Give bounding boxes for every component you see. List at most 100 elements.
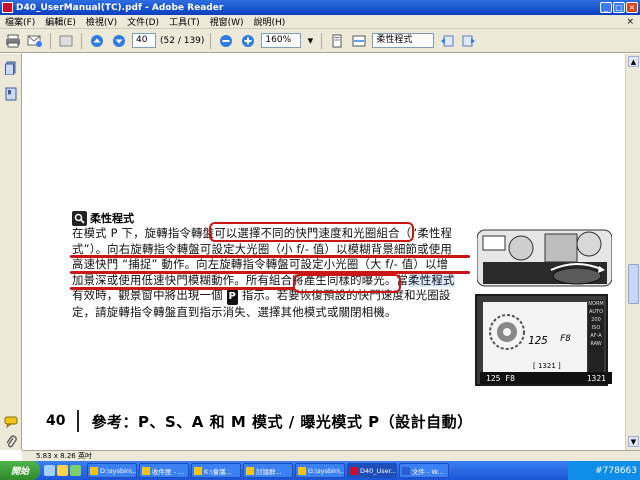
section-heading: 柔性程式 xyxy=(72,210,134,226)
next-page-icon[interactable] xyxy=(110,32,128,50)
viewfinder-exposure: 125 F8 xyxy=(486,373,515,383)
search-highlight: 柔性程式 xyxy=(408,272,455,287)
lcd-side-label: NORM xyxy=(588,301,604,307)
vertical-scrollbar[interactable]: ▲ ▼ xyxy=(625,54,640,450)
footer-divider xyxy=(77,410,80,432)
lcd-aperture: F8 xyxy=(560,334,571,344)
body-line: 加景深或使用低速快門模糊動作。所有組合將產生同樣的曝光。當柔性程式 xyxy=(72,272,476,289)
annotation-circle xyxy=(209,222,414,242)
menu-file[interactable]: 檔案(F) xyxy=(0,15,40,28)
flexible-program-dial-icon xyxy=(489,314,525,350)
camera-dial-illustration xyxy=(477,229,612,287)
taskbar-item[interactable]: 收件匣 - ... xyxy=(139,463,189,478)
folder-icon xyxy=(298,466,306,475)
print-icon[interactable] xyxy=(4,32,22,50)
system-tray: #778663 xyxy=(568,461,640,480)
taskbar-item[interactable]: 討論群... xyxy=(243,463,293,478)
browser-icon xyxy=(246,466,254,475)
taskbar-item-label: D:\sysbin\... xyxy=(100,466,137,475)
toolbar-separator xyxy=(321,32,323,49)
taskbar-item[interactable]: G:\sysbin\... xyxy=(295,463,345,478)
bookmarks-panel-icon[interactable] xyxy=(3,86,19,102)
quick-launch xyxy=(40,465,85,476)
toolbar-separator xyxy=(50,32,51,49)
find-field[interactable]: 柔性程式 xyxy=(372,33,435,48)
taskbar-item-label: D40_User... xyxy=(360,466,397,475)
adobe-reader-icon xyxy=(350,466,358,475)
lcd-side-indicators: NORM AUTO 200 ISO AF-A RAW xyxy=(588,300,604,382)
flexible-program-indicator-icon: P xyxy=(226,289,239,305)
fit-page-icon[interactable] xyxy=(328,32,346,50)
lcd-side-label: 200 xyxy=(591,317,601,323)
taskbar-item-label: G:\sysbin\... xyxy=(308,466,345,475)
menu-edit[interactable]: 編輯(E) xyxy=(40,15,81,28)
lcd-side-label: RAW xyxy=(590,341,602,347)
annotation-underline xyxy=(70,271,470,274)
quick-launch-icon[interactable] xyxy=(44,465,55,476)
close-button[interactable]: × xyxy=(626,2,638,13)
menu-help[interactable]: 說明(H) xyxy=(249,15,291,28)
taskbar: 開始 D:\sysbin\... 收件匣 - ... K:\會議... 討論群.… xyxy=(0,461,640,480)
scroll-down-icon[interactable]: ▼ xyxy=(628,436,639,447)
word-icon xyxy=(402,466,410,475)
adobe-reader-icon xyxy=(2,2,13,13)
hand-tool-icon[interactable] xyxy=(57,32,75,50)
scroll-thumb[interactable] xyxy=(628,264,639,304)
start-button[interactable]: 開始 xyxy=(0,461,40,480)
taskbar-item-label: 討論群... xyxy=(256,467,282,476)
navigation-panel xyxy=(0,54,22,450)
zoom-dropdown-icon[interactable]: ▾ xyxy=(305,32,315,50)
body-line: 定，請旋轉指令轉盤直到指示消失、選擇其他模式或關閉相機。 xyxy=(72,304,397,319)
menu-window[interactable]: 視窗(W) xyxy=(205,15,249,28)
folder-icon xyxy=(90,466,98,475)
zoom-level-field[interactable]: 160% xyxy=(261,33,302,48)
folder-icon xyxy=(194,466,202,475)
find-previous-icon[interactable] xyxy=(438,32,456,50)
lcd-side-label: ISO xyxy=(591,325,601,331)
attachments-panel-icon[interactable] xyxy=(3,434,19,450)
page-size-label: 5.83 x 8.26 英吋 xyxy=(36,452,92,460)
document-close-button[interactable]: × xyxy=(626,17,640,27)
taskbar-item-label: K:\會議... xyxy=(204,467,232,476)
menu-bar: 檔案(F) 編輯(E) 檢視(V) 文件(D) 工具(T) 視窗(W) 說明(H… xyxy=(0,15,640,29)
lcd-shutter-speed: 125 xyxy=(528,334,548,347)
zoom-out-icon[interactable] xyxy=(217,32,235,50)
page-number-input[interactable]: 40 xyxy=(132,33,156,48)
fit-width-icon[interactable] xyxy=(350,32,368,50)
viewfinder-frame-count: 1321 xyxy=(586,373,606,383)
minimize-button[interactable]: _ xyxy=(600,2,612,13)
toolbar: 40 (52 / 139) 160% ▾ 柔性程式 xyxy=(0,29,640,53)
taskbar-item-active[interactable]: D40_User... xyxy=(347,463,397,478)
scroll-up-icon[interactable]: ▲ xyxy=(628,56,639,67)
find-next-icon[interactable] xyxy=(460,32,478,50)
previous-page-icon[interactable] xyxy=(88,32,106,50)
menu-view[interactable]: 檢視(V) xyxy=(81,15,122,28)
quick-launch-icon[interactable] xyxy=(70,465,81,476)
page-count: (52 / 139) xyxy=(160,35,205,46)
lcd-side-label: AUTO xyxy=(588,309,604,315)
zoom-in-icon[interactable] xyxy=(239,32,257,50)
page-footer: 40 參考：P、S、A 和 M 模式 / 曝光模式 P（設計自動） xyxy=(46,410,473,432)
lcd-side-label: AF-A xyxy=(590,333,602,339)
taskbar-item[interactable]: D:\sysbin\... xyxy=(87,463,137,478)
body-line: 有效時，觀景窗中將出現一個 P 指示。若要恢復預設的快門速度和光圈設 xyxy=(72,288,476,305)
menu-document[interactable]: 文件(D) xyxy=(122,15,164,28)
taskbar-item[interactable]: K:\會議... xyxy=(191,463,241,478)
page-number: 40 xyxy=(46,413,66,429)
taskbar-item[interactable]: 文件 - W... xyxy=(399,463,449,478)
quick-launch-icon[interactable] xyxy=(57,465,68,476)
pages-panel-icon[interactable] xyxy=(3,60,19,76)
body-line-text: 有效時，觀景窗中將出現一個 xyxy=(72,288,223,302)
toolbar-separator xyxy=(81,32,82,49)
menu-tools[interactable]: 工具(T) xyxy=(164,15,205,28)
maximize-button[interactable]: □ xyxy=(613,2,625,13)
taskbar-item-label: 文件 - W... xyxy=(412,467,444,476)
annotation-underline xyxy=(70,287,295,290)
comments-panel-icon[interactable] xyxy=(3,414,19,430)
email-icon[interactable] xyxy=(26,32,44,50)
lcd-frame-count: [ 1321 ] xyxy=(533,362,561,370)
magnifier-icon xyxy=(72,210,87,226)
window-title: D40_UserManual(TC).pdf - Adobe Reader xyxy=(16,2,224,13)
title-bar: D40_UserManual(TC).pdf - Adobe Reader _ … xyxy=(0,0,640,15)
section-heading-text: 柔性程式 xyxy=(90,212,134,225)
